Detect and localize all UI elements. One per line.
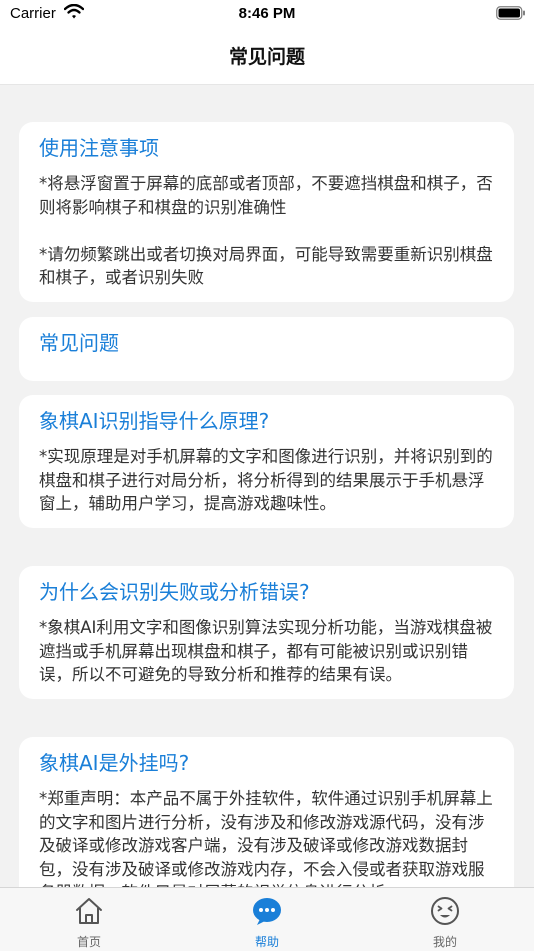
chat-bubble-icon bbox=[253, 898, 281, 925]
card-title: 象棋AI识别指导什么原理? bbox=[39, 409, 270, 433]
faq-card-principle: 象棋AI识别指导什么原理? *实现原理是对手机屏幕的文字和图像进行识别，并将识别… bbox=[19, 395, 514, 528]
faq-card-usage-notes: 使用注意事项 *将悬浮窗置于屏幕的底部或者顶部，不要遮挡棋盘和棋子，否则将影响棋… bbox=[19, 122, 514, 302]
faq-card-common-questions[interactable]: 常见问题 bbox=[19, 317, 514, 381]
face-icon bbox=[431, 897, 459, 925]
status-bar: Carrier 8:46 PM bbox=[0, 0, 534, 28]
home-icon bbox=[76, 898, 102, 924]
faq-card-recognition-errors: 为什么会识别失败或分析错误? *象棋AI利用文字和图像识别算法实现分析功能，当游… bbox=[19, 566, 514, 699]
card-paragraph: *实现原理是对手机屏幕的文字和图像进行识别，并将识别到的棋盘和棋子进行对局分析，… bbox=[39, 447, 493, 513]
tab-home[interactable]: 首页 bbox=[0, 888, 178, 951]
card-body: *将悬浮窗置于屏幕的底部或者顶部，不要遮挡棋盘和棋子，否则将影响棋子和棋盘的识别… bbox=[39, 172, 494, 290]
card-title: 常见问题 bbox=[39, 331, 119, 355]
card-paragraph: *请勿频繁跳出或者切换对局界面，可能导致需要重新识别棋盘和棋子，或者识别失败 bbox=[39, 244, 493, 288]
faq-card-is-cheat: 象棋AI是外挂吗? *郑重声明：本产品不属于外挂软件，软件通过识别手机屏幕上的文… bbox=[19, 737, 514, 887]
card-body: *郑重声明：本产品不属于外挂软件，软件通过识别手机屏幕上的文字和图片进行分析，没… bbox=[39, 787, 494, 887]
card-paragraph: *将悬浮窗置于屏幕的底部或者顶部，不要遮挡棋盘和棋子，否则将影响棋子和棋盘的识别… bbox=[39, 174, 493, 217]
page-title: 常见问题 bbox=[228, 46, 305, 68]
tab-profile[interactable]: 我的 bbox=[356, 888, 534, 951]
card-title: 为什么会识别失败或分析错误? bbox=[39, 580, 310, 604]
battery-icon bbox=[496, 6, 525, 20]
tab-bar: 首页 帮助 我的 bbox=[0, 887, 534, 951]
card-paragraph: *象棋AI利用文字和图像识别算法实现分析功能，当游戏棋盘被遮挡或手机屏幕出现棋盘… bbox=[39, 618, 493, 684]
card-title: 使用注意事项 bbox=[39, 136, 159, 160]
navigation-bar: 常见问题 bbox=[0, 28, 534, 85]
tab-help[interactable]: 帮助 bbox=[178, 888, 356, 951]
card-title: 象棋AI是外挂吗? bbox=[39, 751, 190, 775]
card-paragraph: *郑重声明：本产品不属于外挂软件，软件通过识别手机屏幕上的文字和图片进行分析，没… bbox=[39, 789, 493, 887]
tab-label: 我的 bbox=[432, 935, 457, 949]
faq-list[interactable]: 使用注意事项 *将悬浮窗置于屏幕的底部或者顶部，不要遮挡棋盘和棋子，否则将影响棋… bbox=[0, 85, 534, 887]
status-time: 8:46 PM bbox=[238, 5, 296, 22]
card-body: *象棋AI利用文字和图像识别算法实现分析功能，当游戏棋盘被遮挡或手机屏幕出现棋盘… bbox=[39, 616, 494, 687]
tab-label: 帮助 bbox=[254, 935, 279, 949]
card-body: *实现原理是对手机屏幕的文字和图像进行识别，并将识别到的棋盘和棋子进行对局分析，… bbox=[39, 445, 494, 516]
tab-label: 首页 bbox=[76, 935, 101, 949]
